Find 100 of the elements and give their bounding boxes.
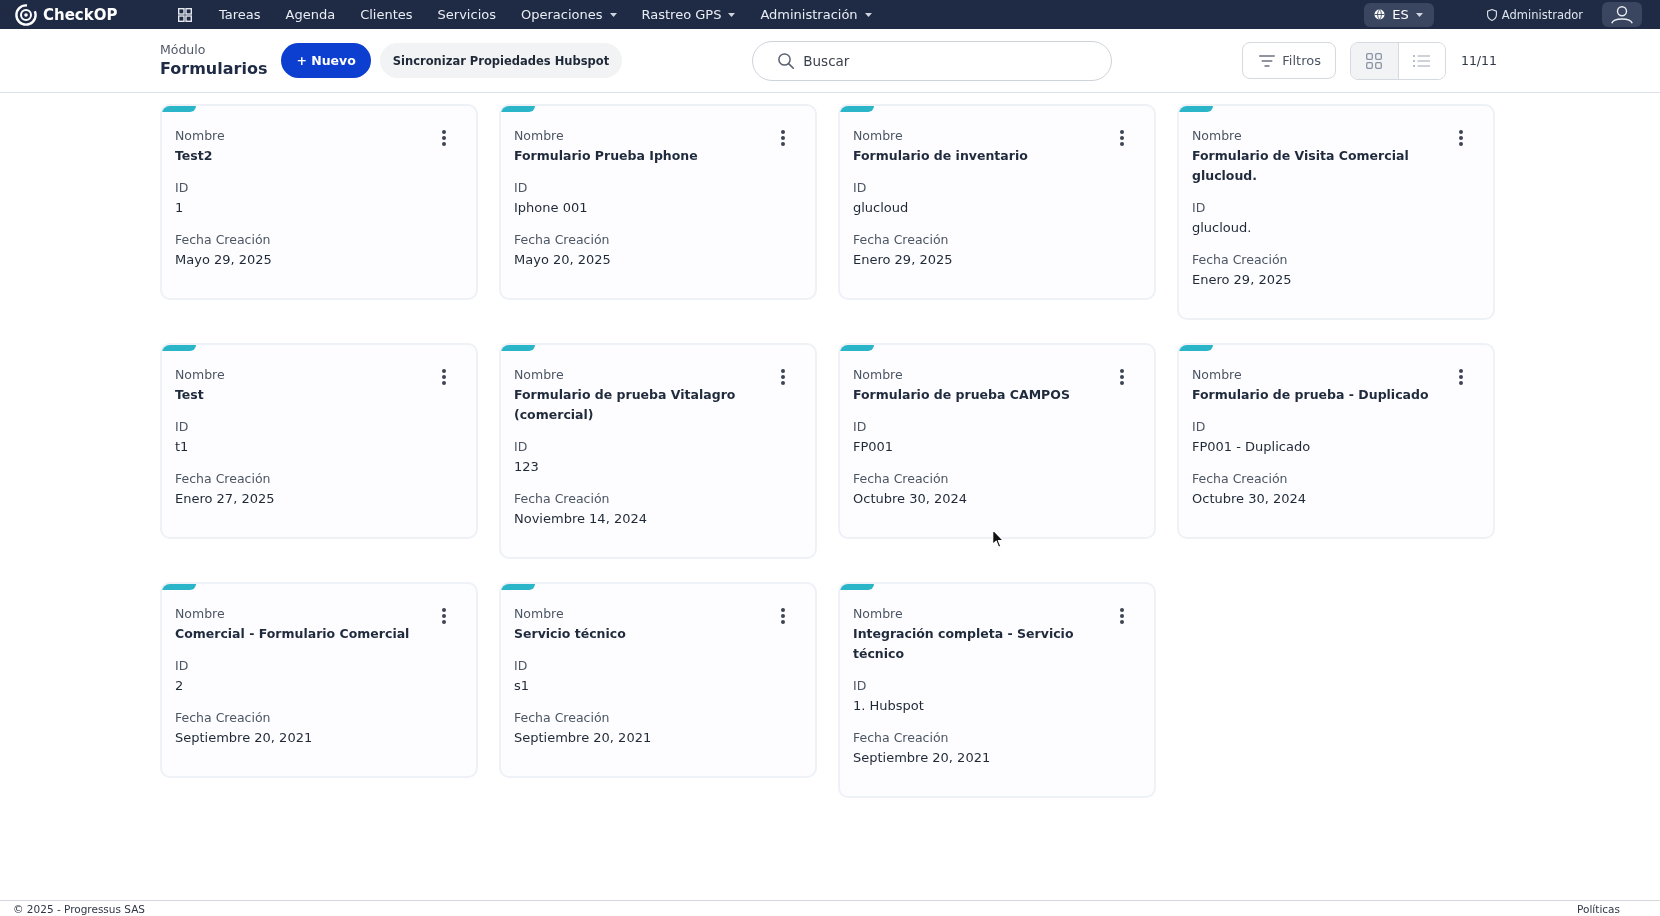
date-label: Fecha Creación [514, 709, 611, 727]
creation-date: Enero 29, 2025 [1192, 271, 1293, 289]
nav-link[interactable]: Servicios [437, 7, 496, 22]
module-label: Módulo [160, 41, 207, 58]
page-title: Formularios [160, 58, 268, 80]
user-role: Administrador [1501, 7, 1583, 22]
date-label: Fecha Creación [514, 231, 611, 249]
card-accent-strip [501, 106, 535, 112]
more-options-button[interactable] [1120, 130, 1124, 146]
language-selector[interactable]: ES [1364, 2, 1434, 27]
id-label: ID [175, 657, 190, 675]
form-id: s1 [514, 677, 531, 695]
form-id: FP001 - Duplicado [1192, 438, 1312, 456]
name-label: Nombre [1192, 127, 1243, 145]
nav-link[interactable]: Rastreo GPS [641, 7, 736, 22]
more-options-button[interactable] [1120, 369, 1124, 385]
more-options-button[interactable] [781, 608, 785, 624]
filter-icon [1259, 54, 1276, 67]
more-options-button[interactable] [781, 369, 785, 385]
form-id: t1 [175, 438, 190, 456]
form-id: glucloud [853, 199, 910, 217]
date-label: Fecha Creación [175, 709, 272, 727]
date-label: Fecha Creación [1192, 251, 1289, 269]
kebab-menu-icon [1120, 369, 1124, 385]
creation-date: Noviembre 14, 2024 [514, 510, 648, 528]
id-label: ID [853, 418, 868, 436]
nav-link[interactable]: Operaciones [520, 7, 617, 22]
name-label: Nombre [514, 366, 565, 384]
kebab-menu-icon [442, 130, 446, 146]
logo-text: CheckOP [43, 5, 118, 24]
id-label: ID [514, 179, 529, 197]
search-field[interactable]: Buscar [752, 40, 1113, 81]
card-accent-strip [840, 106, 874, 112]
list-view-icon [1412, 54, 1431, 67]
caret-icon [1415, 12, 1423, 17]
profile-button[interactable] [1602, 2, 1642, 27]
policies-link[interactable]: Políticas [1577, 902, 1620, 915]
copyright-text: © 2025 - Progressus SAS [13, 902, 145, 915]
name-label: Nombre [175, 127, 226, 145]
kebab-menu-icon [781, 369, 785, 385]
card-accent-strip [162, 345, 196, 351]
name-label: Nombre [853, 605, 904, 623]
nav-link[interactable]: Agenda [285, 7, 336, 22]
search-icon [778, 52, 795, 69]
more-options-button[interactable] [442, 608, 446, 624]
nav-link[interactable]: Clientes [360, 7, 413, 22]
kebab-menu-icon [781, 130, 785, 146]
creation-date: Mayo 29, 2025 [175, 251, 273, 269]
card-accent-strip [840, 345, 874, 351]
filters-button[interactable]: Filtros [1242, 42, 1336, 79]
id-label: ID [514, 657, 529, 675]
form-name: Formulario de Visita Comercial glucloud. [1192, 147, 1410, 185]
more-options-button[interactable] [1120, 608, 1124, 624]
form-name: Formulario de prueba Vitalagro (comercial) [514, 386, 737, 424]
name-label: Nombre [853, 366, 904, 384]
apps-grid-icon[interactable] [178, 7, 192, 22]
grid-view-button[interactable] [1350, 42, 1398, 79]
more-options-button[interactable] [442, 369, 446, 385]
card-accent-strip [840, 584, 874, 590]
kebab-menu-icon [442, 369, 446, 385]
form-id: glucloud. [1192, 219, 1253, 237]
nav-link[interactable]: Tareas [219, 7, 261, 22]
form-id: 2 [175, 677, 185, 695]
form-name: Servicio técnico [514, 625, 627, 643]
nav-link[interactable]: Administración [760, 7, 872, 22]
more-options-button[interactable] [442, 130, 446, 146]
form-name: Comercial - Formulario Comercial [175, 625, 411, 643]
creation-date: Octubre 30, 2024 [1192, 490, 1308, 508]
more-options-button[interactable] [781, 130, 785, 146]
form-id: 1. Hubspot [853, 697, 925, 715]
id-label: ID [1192, 418, 1207, 436]
sync-button[interactable]: Sincronizar Propiedades Hubspot [379, 43, 623, 78]
form-id: 1 [175, 199, 185, 217]
globe-icon [1374, 9, 1386, 20]
new-button[interactable]: + Nuevo [281, 43, 371, 78]
name-label: Nombre [514, 605, 565, 623]
kebab-menu-icon [1120, 130, 1124, 146]
form-name: Test [175, 386, 205, 404]
card-accent-strip [501, 584, 535, 590]
name-label: Nombre [175, 605, 226, 623]
form-id: FP001 [853, 438, 895, 456]
date-label: Fecha Creación [175, 470, 272, 488]
more-options-button[interactable] [1459, 369, 1463, 385]
logo-icon [15, 3, 37, 26]
form-name: Integración completa - Servicio técnico [853, 625, 1075, 663]
form-name: Test2 [175, 147, 214, 165]
kebab-menu-icon [781, 608, 785, 624]
date-label: Fecha Creación [514, 490, 611, 508]
result-count: 11/11 [1460, 53, 1497, 68]
form-name: Formulario de prueba CAMPOS [853, 386, 1071, 404]
name-label: Nombre [175, 366, 226, 384]
kebab-menu-icon [1459, 369, 1463, 385]
kebab-menu-icon [1120, 608, 1124, 624]
id-label: ID [175, 418, 190, 436]
creation-date: Enero 29, 2025 [853, 251, 954, 269]
card-accent-strip [162, 584, 196, 590]
more-options-button[interactable] [1459, 130, 1463, 146]
form-id: 123 [514, 458, 540, 476]
id-label: ID [514, 438, 529, 456]
creation-date: Septiembre 20, 2021 [853, 749, 992, 767]
